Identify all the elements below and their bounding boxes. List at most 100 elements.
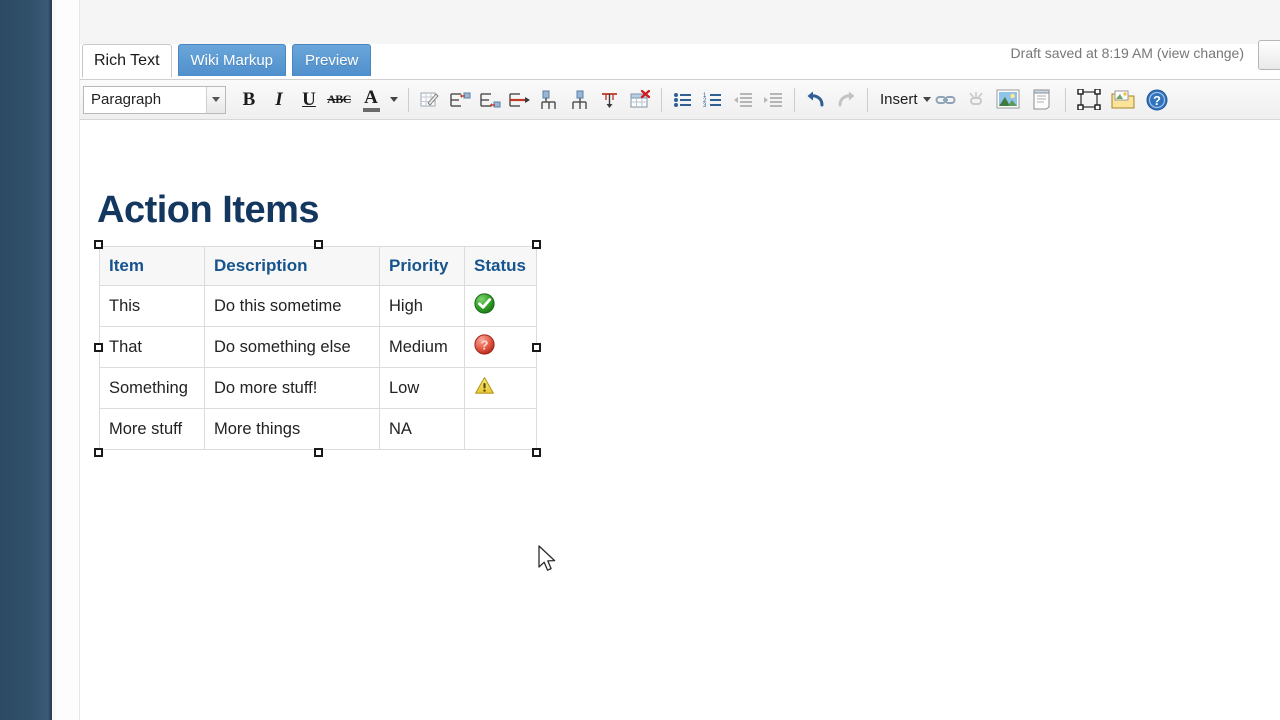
resize-handle-bottom-center[interactable]	[314, 448, 323, 457]
insert-menu-label: Insert	[880, 91, 918, 108]
bullet-list-icon	[674, 92, 691, 107]
warning-triangle-icon	[475, 377, 494, 394]
insert-menu-button[interactable]: Insert	[874, 85, 931, 115]
cell-item[interactable]: That	[99, 326, 205, 368]
cell-description[interactable]: More things	[204, 408, 380, 450]
toolbar-separator-4	[867, 87, 868, 112]
cell-description[interactable]: Do more stuff!	[204, 367, 380, 409]
page-gutter	[55, 0, 80, 720]
cell-description[interactable]: Do this sometime	[204, 285, 380, 327]
resize-handle-top-left[interactable]	[94, 240, 103, 249]
table-row[interactable]: Something Do more stuff! Low	[99, 367, 537, 409]
column-header-status: Status	[464, 246, 537, 286]
resize-handle-bottom-left[interactable]	[94, 448, 103, 457]
resize-handle-bottom-right[interactable]	[532, 448, 541, 457]
insert-row-below-button[interactable]	[475, 85, 505, 115]
cell-status[interactable]	[464, 367, 537, 409]
action-items-table-wrapper: Item Description Priority Status This Do…	[99, 246, 537, 450]
delete-table-button[interactable]	[625, 85, 655, 115]
split-cells-button[interactable]	[565, 85, 595, 115]
cell-item[interactable]: Something	[99, 367, 205, 409]
strikethrough-icon: ABC	[327, 92, 351, 106]
svg-text:?: ?	[481, 337, 489, 352]
toolbar-separator-2	[661, 87, 662, 112]
top-right-button[interactable]	[1258, 40, 1280, 70]
insert-image-button[interactable]	[991, 85, 1025, 115]
undo-icon	[807, 91, 824, 106]
table-row[interactable]: This Do this sometime High	[99, 285, 537, 327]
undo-button[interactable]	[801, 85, 831, 115]
action-items-table[interactable]: Item Description Priority Status This Do…	[99, 246, 537, 450]
indent-button[interactable]	[758, 85, 788, 115]
check-circle-icon	[474, 293, 495, 314]
text-color-button[interactable]: A	[354, 85, 388, 115]
tab-preview-label: Preview	[305, 52, 359, 69]
numbered-list-button[interactable]: 1 2 3	[698, 85, 728, 115]
help-icon: ?	[1146, 89, 1168, 110]
cell-item[interactable]: More stuff	[99, 408, 205, 450]
question-circle-icon: ?	[474, 334, 495, 355]
table-row[interactable]: That Do something else Medium ?	[99, 326, 537, 368]
cell-status[interactable]: ?	[464, 326, 537, 368]
column-header-item: Item	[99, 246, 205, 286]
cell-priority[interactable]: Low	[379, 367, 465, 409]
chevron-down-icon[interactable]	[206, 86, 225, 113]
draft-saved-status[interactable]: Draft saved at 8:19 AM (view change)	[1011, 45, 1244, 61]
bold-button[interactable]: B	[234, 85, 264, 115]
resize-handle-top-right[interactable]	[532, 240, 541, 249]
underline-button[interactable]: U	[294, 85, 324, 115]
redo-icon	[838, 91, 855, 106]
merge-cells-button[interactable]	[535, 85, 565, 115]
formatting-toolbar: Paragraph B I U ABC A 1 2 3 Insert ?	[80, 79, 1280, 120]
delete-row-button[interactable]	[595, 85, 625, 115]
cell-priority[interactable]: High	[379, 285, 465, 327]
cell-item[interactable]: This	[99, 285, 205, 327]
insert-row-below-icon	[480, 92, 501, 107]
paragraph-style-select[interactable]: Paragraph	[83, 85, 226, 114]
numbered-list-icon: 1 2 3	[703, 93, 721, 109]
table-row[interactable]: More stuff More things NA	[99, 408, 537, 450]
indent-icon	[764, 92, 782, 107]
tab-wiki-markup[interactable]: Wiki Markup	[177, 44, 287, 76]
text-color-dropdown[interactable]	[388, 85, 402, 115]
insert-page-button[interactable]	[1025, 85, 1059, 115]
outdent-button[interactable]	[728, 85, 758, 115]
cell-status[interactable]	[464, 408, 537, 450]
bold-icon: B	[242, 88, 256, 110]
cell-description[interactable]: Do something else	[204, 326, 380, 368]
cell-priority[interactable]: Medium	[379, 326, 465, 368]
split-cells-icon	[572, 90, 587, 109]
help-button[interactable]: ?	[1140, 85, 1174, 115]
cell-status[interactable]	[464, 285, 537, 327]
bullet-list-button[interactable]	[668, 85, 698, 115]
resize-handle-middle-left[interactable]	[94, 343, 103, 352]
properties-icon	[1111, 90, 1135, 109]
insert-row-above-button[interactable]	[445, 85, 475, 115]
confluence-editor-screen: Rich Text Wiki Markup Preview Draft save…	[0, 0, 1280, 720]
cursor-arrow-icon	[538, 545, 556, 571]
chevron-down-icon	[922, 97, 931, 102]
page-title: Action Items	[97, 189, 320, 231]
insert-column-button[interactable]	[505, 85, 535, 115]
editor-tabs: Rich Text Wiki Markup Preview	[82, 44, 372, 79]
editor-panel: Rich Text Wiki Markup Preview Draft save…	[80, 0, 1280, 720]
unlink-button[interactable]	[961, 85, 991, 115]
resize-handle-top-center[interactable]	[314, 240, 323, 249]
tab-rich-text-label: Rich Text	[94, 52, 160, 69]
tab-preview[interactable]: Preview	[292, 44, 372, 76]
editing-canvas[interactable]: Action Items Item Description Priority S…	[80, 120, 1280, 720]
paragraph-style-value: Paragraph	[83, 85, 226, 114]
edit-table-icon	[420, 92, 439, 106]
fullscreen-button[interactable]	[1072, 85, 1106, 115]
edit-table-button[interactable]	[415, 85, 445, 115]
tab-rich-text[interactable]: Rich Text	[82, 44, 172, 78]
cell-priority[interactable]: NA	[379, 408, 465, 450]
italic-button[interactable]: I	[264, 85, 294, 115]
properties-button[interactable]	[1106, 85, 1140, 115]
redo-button[interactable]	[831, 85, 861, 115]
link-button[interactable]	[931, 85, 961, 115]
resize-handle-middle-right[interactable]	[532, 343, 541, 352]
outdent-icon	[734, 92, 752, 107]
column-header-priority: Priority	[379, 246, 465, 286]
strikethrough-button[interactable]: ABC	[324, 85, 354, 115]
